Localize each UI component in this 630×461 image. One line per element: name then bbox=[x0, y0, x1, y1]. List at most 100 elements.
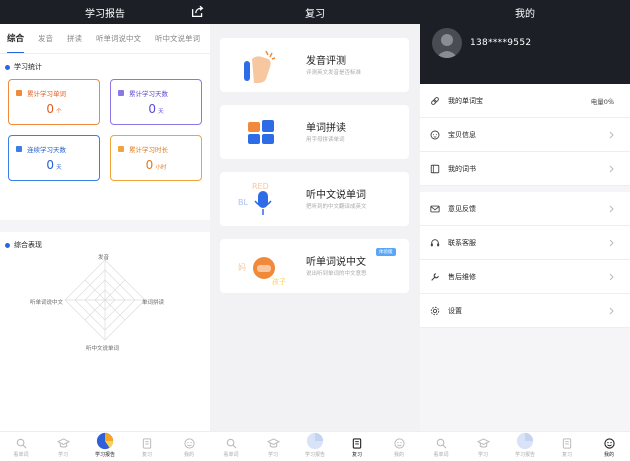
review-card-listen-chinese-say-word[interactable]: RED BL 听中文说单词 把听到的中文翻译成英文 bbox=[220, 172, 409, 226]
tab-spelling[interactable]: 拼读 bbox=[60, 24, 89, 53]
radar-label-top: 发音 bbox=[98, 255, 110, 261]
menu-item-my-wordbook[interactable]: 我的词书 bbox=[420, 152, 630, 186]
pronunciation-hand-icon bbox=[244, 50, 276, 83]
graduation-cap-icon bbox=[56, 438, 70, 448]
review-panel: 复习 发音评测 评测英文发音是否标准 单词拼读 用字母拼读单词 RED BL 听… bbox=[210, 0, 420, 461]
review-card-spelling[interactable]: 单词拼读 用字母拼读单词 bbox=[220, 105, 409, 159]
stats-title: 学习统计 bbox=[0, 62, 210, 72]
card-subtitle: 把听到的中文翻译成英文 bbox=[306, 204, 367, 210]
document-icon bbox=[352, 438, 362, 449]
menu-item-after-sales[interactable]: 售后维修 bbox=[420, 260, 630, 294]
report-pie-icon bbox=[306, 432, 324, 450]
report-tabs: 综合 发音 拼读 听单词说中文 听中文说单词 bbox=[0, 24, 210, 54]
svg-text:BL: BL bbox=[238, 198, 248, 207]
mail-icon bbox=[430, 205, 440, 212]
stat-card-streak-days[interactable]: 连续学习天数 0天 bbox=[8, 135, 100, 181]
gear-icon bbox=[430, 306, 440, 315]
tabbar-item-learn[interactable]: 学习 bbox=[42, 432, 84, 461]
stat-value: 0 bbox=[46, 102, 55, 116]
menu-item-settings[interactable]: 设置 bbox=[420, 294, 630, 328]
stat-value: 0 bbox=[46, 158, 55, 172]
search-icon bbox=[16, 438, 26, 449]
document-icon bbox=[562, 438, 572, 449]
svg-text:RED: RED bbox=[252, 182, 269, 191]
bottom-tabbar: 看单词 学习 学习报告 复习 我的 bbox=[0, 431, 210, 461]
tab-listen-chinese-say-word[interactable]: 听中文说单词 bbox=[148, 24, 207, 53]
tabbar-item-report[interactable]: 学习报告 bbox=[294, 432, 336, 461]
streak-icon bbox=[16, 146, 22, 152]
review-card-listen-word-say-chinese[interactable]: 妈 孩子 听单词说中文 说出听到单词的中文意思 体验版 bbox=[220, 239, 409, 293]
radar-label-right: 单词拼读 bbox=[142, 300, 165, 306]
clock-icon bbox=[118, 146, 124, 152]
avatar[interactable] bbox=[432, 28, 462, 58]
review-card-pronunciation[interactable]: 发音评测 评测英文发音是否标准 bbox=[220, 38, 409, 92]
share-icon[interactable] bbox=[191, 5, 204, 18]
performance-title: 综合表现 bbox=[0, 240, 210, 250]
user-silhouette-icon bbox=[436, 34, 458, 58]
menu-group-2: 意见反馈 联系客服 售后维修 设置 bbox=[420, 192, 630, 328]
tab-listen-word-say-chinese[interactable]: 听单词说中文 bbox=[89, 24, 148, 53]
card-subtitle: 说出听到单词的中文意思 bbox=[306, 271, 367, 277]
card-subtitle: 用字母拼读单词 bbox=[306, 137, 345, 143]
tabbar-item-report[interactable]: 学习报告 bbox=[84, 432, 126, 461]
calendar-icon bbox=[118, 90, 124, 96]
tabbar-item-learn[interactable]: 学习 bbox=[462, 432, 504, 461]
chevron-right-icon bbox=[609, 273, 614, 281]
menu-item-word-treasure[interactable]: 我的单词宝 电量0% bbox=[420, 84, 630, 118]
bottom-tabbar: 看单词 学习 学习报告 复习 我的 bbox=[420, 431, 630, 461]
mine-panel: 我的 138****9552 我的单词宝 电量0% 宝贝信息 我的词书 意见反馈… bbox=[420, 0, 630, 461]
report-topbar: 学习报告 bbox=[0, 0, 210, 24]
tabbar-item-review[interactable]: 复习 bbox=[126, 432, 168, 461]
phone-number: 138****9552 bbox=[470, 38, 532, 48]
graduation-cap-icon bbox=[476, 438, 490, 448]
word-icon bbox=[16, 90, 22, 96]
tabbar-item-look[interactable]: 看单词 bbox=[420, 432, 462, 461]
tabbar-item-learn[interactable]: 学习 bbox=[252, 432, 294, 461]
chevron-right-icon bbox=[609, 97, 614, 105]
stat-value: 0 bbox=[148, 102, 157, 116]
report-panel: 学习报告 综合 发音 拼读 听单词说中文 听中文说单词 学习统计 累计学习单词 … bbox=[0, 0, 210, 461]
trial-badge: 体验版 bbox=[376, 248, 396, 256]
tabbar-item-look[interactable]: 看单词 bbox=[210, 432, 252, 461]
tabbar-item-review[interactable]: 复习 bbox=[546, 432, 588, 461]
report-pie-icon bbox=[96, 432, 114, 450]
card-subtitle: 评测英文发音是否标准 bbox=[306, 70, 362, 76]
menu-item-baby-info[interactable]: 宝贝信息 bbox=[420, 118, 630, 152]
stat-card-total-time[interactable]: 累计学习时长 0 小时 bbox=[110, 135, 202, 181]
smiley-icon bbox=[393, 438, 405, 449]
stats-section: 学习统计 累计学习单词 0个 累计学习天数 0天 连续学习天数 0 天 累计学习… bbox=[0, 54, 210, 220]
smiley-icon bbox=[603, 438, 615, 449]
wrench-icon bbox=[431, 272, 439, 281]
tabbar-item-review[interactable]: 复习 bbox=[336, 432, 378, 461]
tab-pronunciation[interactable]: 发音 bbox=[31, 24, 60, 53]
chevron-right-icon bbox=[609, 205, 614, 213]
tabbar-item-mine[interactable]: 我的 bbox=[588, 432, 630, 461]
card-title: 单词拼读 bbox=[306, 123, 346, 134]
card-title: 发音评测 bbox=[306, 56, 346, 67]
chevron-right-icon bbox=[609, 131, 614, 139]
tabbar-item-report[interactable]: 学习报告 bbox=[504, 432, 546, 461]
tabbar-item-mine[interactable]: 我的 bbox=[378, 432, 420, 461]
bullet-dot-icon bbox=[5, 64, 10, 70]
tabbar-item-look[interactable]: 看单词 bbox=[0, 432, 42, 461]
bottom-tabbar: 看单词 学习 学习报告 复习 我的 bbox=[210, 431, 420, 461]
stat-card-total-days[interactable]: 累计学习天数 0天 bbox=[110, 79, 202, 125]
stat-card-total-words[interactable]: 累计学习单词 0个 bbox=[8, 79, 100, 125]
page-title: 我的 bbox=[515, 8, 535, 20]
document-icon bbox=[142, 438, 152, 449]
radar-label-bottom: 听中文说单词 bbox=[86, 346, 120, 352]
tab-overall[interactable]: 综合 bbox=[0, 24, 31, 53]
tabbar-item-mine[interactable]: 我的 bbox=[168, 432, 210, 461]
speaker-character-icon: 妈 孩子 bbox=[238, 257, 286, 286]
profile-header[interactable]: 138****9552 bbox=[420, 24, 630, 84]
spelling-blocks-icon bbox=[248, 120, 274, 144]
stat-grid: 累计学习单词 0个 累计学习天数 0天 连续学习天数 0天 累计学习时长 0 小… bbox=[0, 72, 210, 181]
radar-label-left: 听单词说中文 bbox=[30, 300, 64, 306]
page-title: 复习 bbox=[305, 8, 325, 20]
stat-value: 0 bbox=[145, 158, 154, 172]
menu-item-feedback[interactable]: 意见反馈 bbox=[420, 192, 630, 226]
search-icon bbox=[226, 438, 236, 449]
link-icon bbox=[431, 96, 439, 105]
card-title: 听中文说单词 bbox=[306, 190, 366, 201]
menu-item-customer-service[interactable]: 联系客服 bbox=[420, 226, 630, 260]
